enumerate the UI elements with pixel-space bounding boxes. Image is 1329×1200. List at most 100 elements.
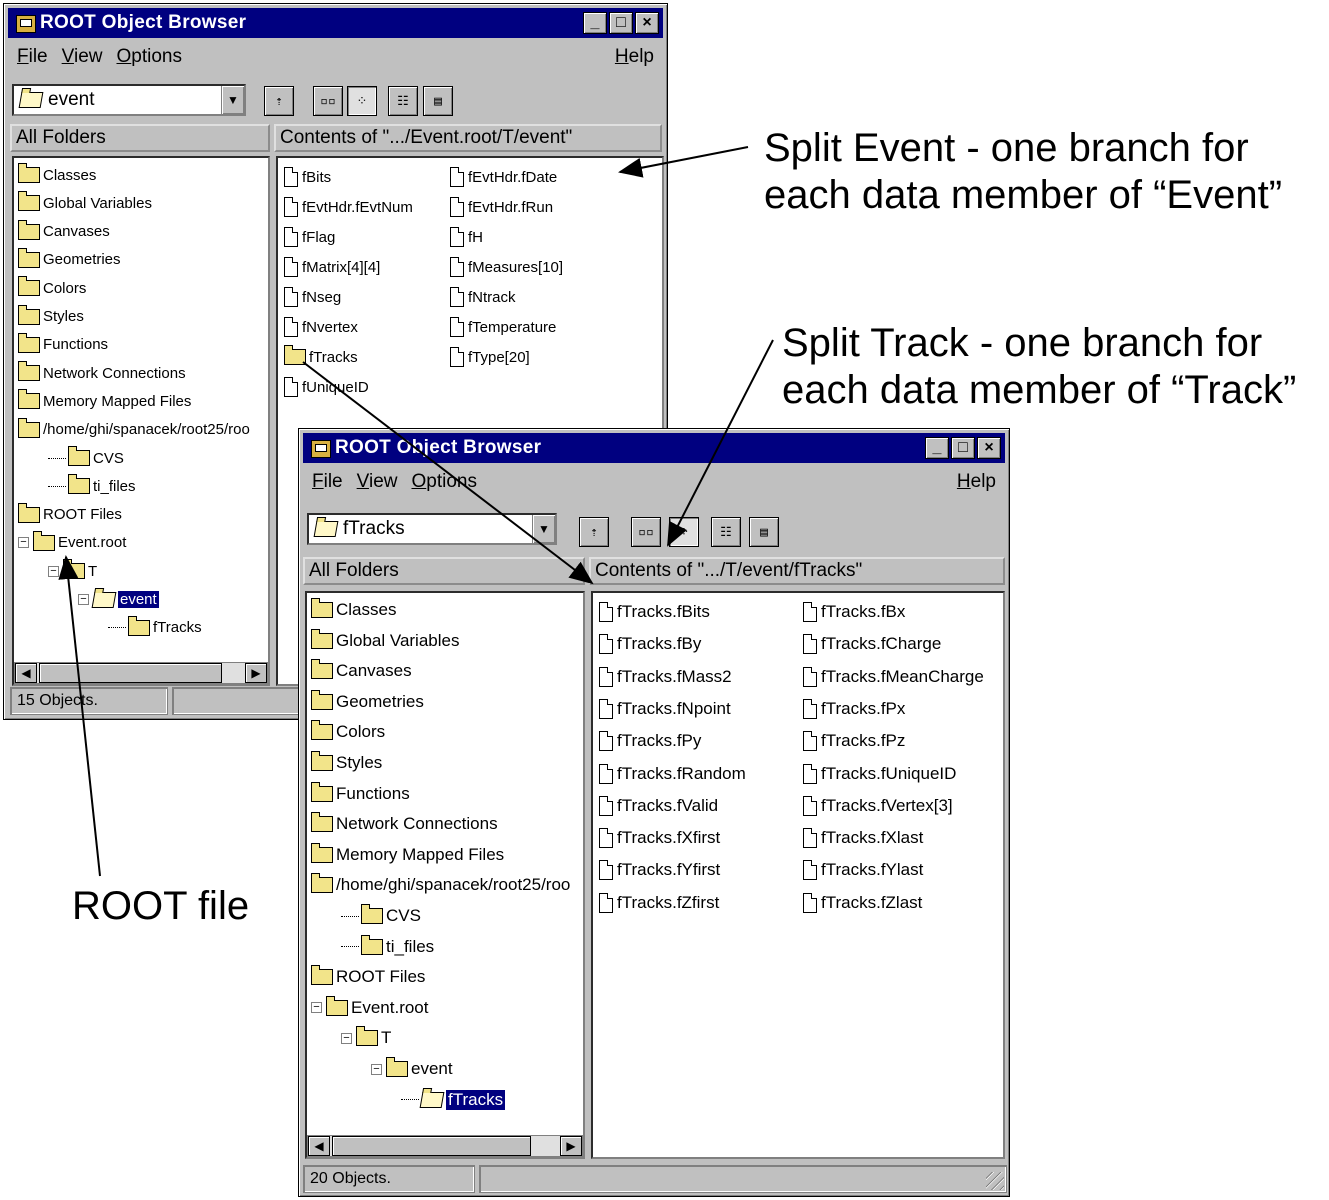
scrollbar-thumb[interactable]	[332, 1136, 531, 1156]
branch-item[interactable]: fTracks	[284, 344, 358, 370]
tree-item-event-root[interactable]: − Event.root	[18, 530, 126, 556]
branch-item[interactable]: fTracks.fCharge	[803, 631, 941, 657]
branch-item[interactable]: fMatrix[4][4]	[284, 254, 380, 280]
minimize-button[interactable]: _	[583, 12, 607, 34]
menu-options[interactable]: Options	[411, 471, 476, 493]
branch-item[interactable]: fMeasures[10]	[450, 254, 563, 280]
tree-item-ti-files[interactable]: ti_files	[341, 934, 434, 960]
collapse-icon[interactable]: −	[311, 1002, 322, 1014]
tree-item-colors[interactable]: Colors	[311, 719, 385, 745]
branch-item[interactable]: fTracks.fNpoint	[599, 696, 731, 722]
collapse-icon[interactable]: −	[48, 565, 59, 577]
branch-item[interactable]: fType[20]	[450, 344, 530, 370]
menu-file[interactable]: File	[17, 46, 48, 68]
branch-item[interactable]: fNtrack	[450, 284, 516, 310]
small-icons-view-icon[interactable]: ⁘	[669, 517, 699, 547]
tree-item-classes[interactable]: Classes	[311, 597, 396, 623]
menu-file[interactable]: File	[312, 471, 343, 493]
tree-item-ftracks[interactable]: fTracks	[108, 615, 202, 641]
location-combo[interactable]: fTracks ▼	[307, 513, 557, 545]
tree-item-ftracks[interactable]: fTracks	[401, 1087, 506, 1113]
tree-item-geometries[interactable]: Geometries	[18, 247, 121, 273]
branch-item[interactable]: fTracks.fUniqueID	[803, 761, 956, 787]
details-view-icon[interactable]: ▤	[749, 517, 779, 547]
branch-item[interactable]: fTracks.fXlast	[803, 825, 923, 851]
branch-item[interactable]: fEvtHdr.fEvtNum	[284, 194, 413, 220]
tree-item-cvs[interactable]: CVS	[341, 903, 421, 929]
scroll-right-icon[interactable]: ▶	[245, 663, 267, 683]
branch-item[interactable]: fBits	[284, 164, 331, 190]
all-folders-header[interactable]: All Folders	[303, 557, 585, 585]
tree-item-event-root[interactable]: − Event.root	[311, 995, 429, 1021]
branch-item[interactable]: fTracks.fYlast	[803, 857, 923, 883]
location-combo[interactable]: event ▼	[12, 84, 246, 116]
tree-item-event[interactable]: − event	[78, 587, 159, 613]
chevron-down-icon[interactable]: ▼	[221, 86, 244, 114]
branch-item[interactable]: fFlag	[284, 224, 335, 250]
branch-item[interactable]: fNvertex	[284, 314, 358, 340]
tree-item-home-ghi-spanacek-root25-roo[interactable]: /home/ghi/spanacek/root25/roo	[18, 417, 250, 443]
branch-item[interactable]: fTracks.fValid	[599, 793, 718, 819]
tree-item-global-variables[interactable]: Global Variables	[18, 190, 152, 216]
tree-item-global-variables[interactable]: Global Variables	[311, 628, 459, 654]
tree-item-home-ghi-spanacek-root25-roo[interactable]: /home/ghi/spanacek/root25/roo	[311, 872, 570, 898]
small-icons-view-icon[interactable]: ⁘	[347, 86, 377, 116]
menu-help[interactable]: Help	[615, 46, 654, 68]
branch-item[interactable]: fTracks.fXfirst	[599, 825, 720, 851]
collapse-icon[interactable]: −	[341, 1032, 352, 1044]
branch-item[interactable]: fTracks.fBits	[599, 599, 710, 625]
branch-item[interactable]: fTemperature	[450, 314, 556, 340]
title-bar[interactable]: ROOT Object Browser _ □ ×	[8, 8, 663, 38]
up-folder-icon[interactable]: ⇡	[264, 86, 294, 116]
collapse-icon[interactable]: −	[78, 594, 89, 605]
menu-view[interactable]: View	[357, 471, 398, 493]
scroll-right-icon[interactable]: ▶	[560, 1136, 582, 1156]
tree-item-t[interactable]: − T	[341, 1025, 391, 1051]
list-view-icon[interactable]: ☷	[711, 517, 741, 547]
branch-item[interactable]: fUniqueID	[284, 374, 369, 400]
branch-item[interactable]: fNseg	[284, 284, 341, 310]
contents-header[interactable]: Contents of ".../Event.root/T/event"	[274, 124, 662, 152]
branch-item[interactable]: fTracks.fZlast	[803, 890, 922, 916]
collapse-icon[interactable]: −	[18, 537, 29, 549]
branch-item[interactable]: fEvtHdr.fDate	[450, 164, 557, 190]
details-view-icon[interactable]: ▤	[423, 86, 453, 116]
contents-header[interactable]: Contents of ".../T/event/fTracks"	[589, 557, 1005, 585]
branch-item[interactable]: fEvtHdr.fRun	[450, 194, 553, 220]
scrollbar-thumb[interactable]	[39, 663, 222, 683]
list-view-icon[interactable]: ☷	[388, 86, 418, 116]
tree-item-network-connections[interactable]: Network Connections	[18, 360, 186, 386]
branch-item[interactable]: fTracks.fVertex[3]	[803, 793, 953, 819]
all-folders-header[interactable]: All Folders	[10, 124, 270, 152]
tree-item-root-files[interactable]: ROOT Files	[311, 964, 425, 990]
tree-item-geometries[interactable]: Geometries	[311, 689, 424, 715]
maximize-button[interactable]: □	[609, 12, 633, 34]
branch-item[interactable]: fTracks.fMass2	[599, 664, 732, 690]
close-button[interactable]: ×	[977, 437, 1001, 459]
branch-item[interactable]: fTracks.fPx	[803, 696, 905, 722]
large-icons-view-icon[interactable]: ▫▫	[631, 517, 661, 547]
branch-item[interactable]: fTracks.fYfirst	[599, 857, 720, 883]
branch-item[interactable]: fTracks.fBy	[599, 631, 701, 657]
branch-item[interactable]: fTracks.fBx	[803, 599, 905, 625]
minimize-button[interactable]: _	[925, 437, 949, 459]
tree-item-memory-mapped-files[interactable]: Memory Mapped Files	[311, 842, 504, 868]
tree-item-canvases[interactable]: Canvases	[311, 658, 412, 684]
branch-item[interactable]: fTracks.fMeanCharge	[803, 664, 984, 690]
close-button[interactable]: ×	[635, 12, 659, 34]
maximize-button[interactable]: □	[951, 437, 975, 459]
collapse-icon[interactable]: −	[371, 1063, 382, 1075]
branch-item[interactable]: fTracks.fPz	[803, 728, 905, 754]
horizontal-scrollbar[interactable]: ◀ ▶	[14, 662, 268, 684]
tree-item-network-connections[interactable]: Network Connections	[311, 811, 498, 837]
menu-options[interactable]: Options	[116, 46, 181, 68]
menu-view[interactable]: View	[62, 46, 103, 68]
tree-item-functions[interactable]: Functions	[18, 332, 108, 358]
up-folder-icon[interactable]: ⇡	[579, 517, 609, 547]
menu-help[interactable]: Help	[957, 471, 996, 493]
tree-item-root-files[interactable]: ROOT Files	[18, 502, 122, 528]
scroll-left-icon[interactable]: ◀	[15, 663, 37, 683]
tree-item-ti-files[interactable]: ti_files	[48, 473, 136, 499]
branch-item[interactable]: fTracks.fZfirst	[599, 890, 719, 916]
tree-item-colors[interactable]: Colors	[18, 275, 86, 301]
